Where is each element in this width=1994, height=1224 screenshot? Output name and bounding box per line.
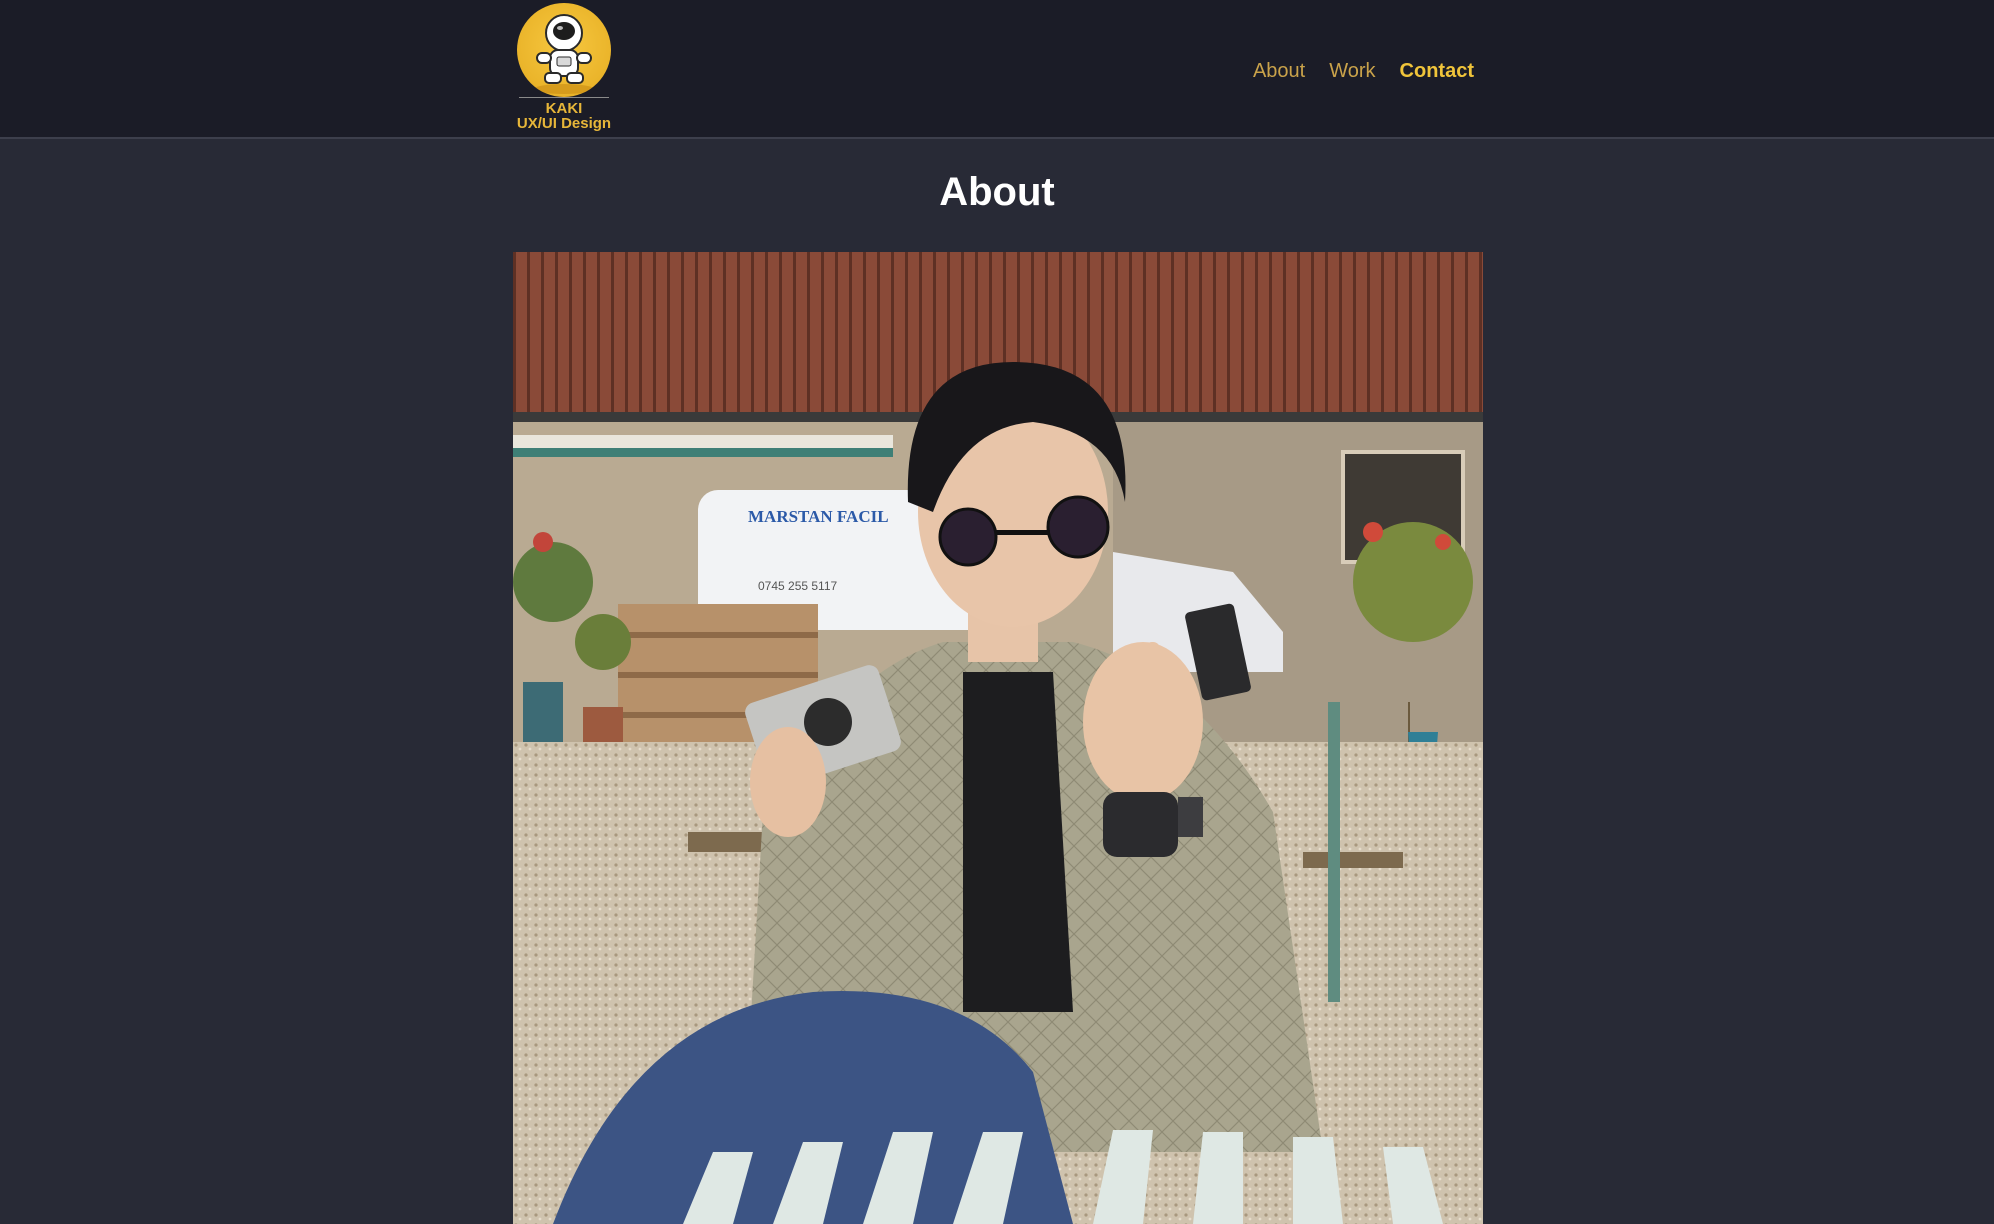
logo-subtitle: UX/UI Design — [516, 115, 612, 132]
main-nav: About Work Contact — [1253, 60, 1474, 83]
van-phone: 0745 255 5117 — [758, 579, 838, 593]
astronaut-logo-icon — [517, 3, 611, 97]
logo-divider — [519, 97, 609, 98]
about-photo: MARSTAN FACIL 0745 255 5117 — [513, 252, 1483, 1224]
nav-link-about[interactable]: About — [1253, 60, 1305, 83]
nav-link-work[interactable]: Work — [1329, 60, 1375, 83]
page-title: About — [939, 170, 1055, 214]
site-logo[interactable]: KAKI UX/UI Design — [504, 3, 624, 132]
van-lettering: MARSTAN FACIL — [748, 507, 889, 526]
nav-link-contact[interactable]: Contact — [1400, 60, 1474, 83]
logo-name: KAKI — [545, 100, 583, 117]
site-header: KAKI UX/UI Design About Work Contact — [0, 0, 1994, 139]
